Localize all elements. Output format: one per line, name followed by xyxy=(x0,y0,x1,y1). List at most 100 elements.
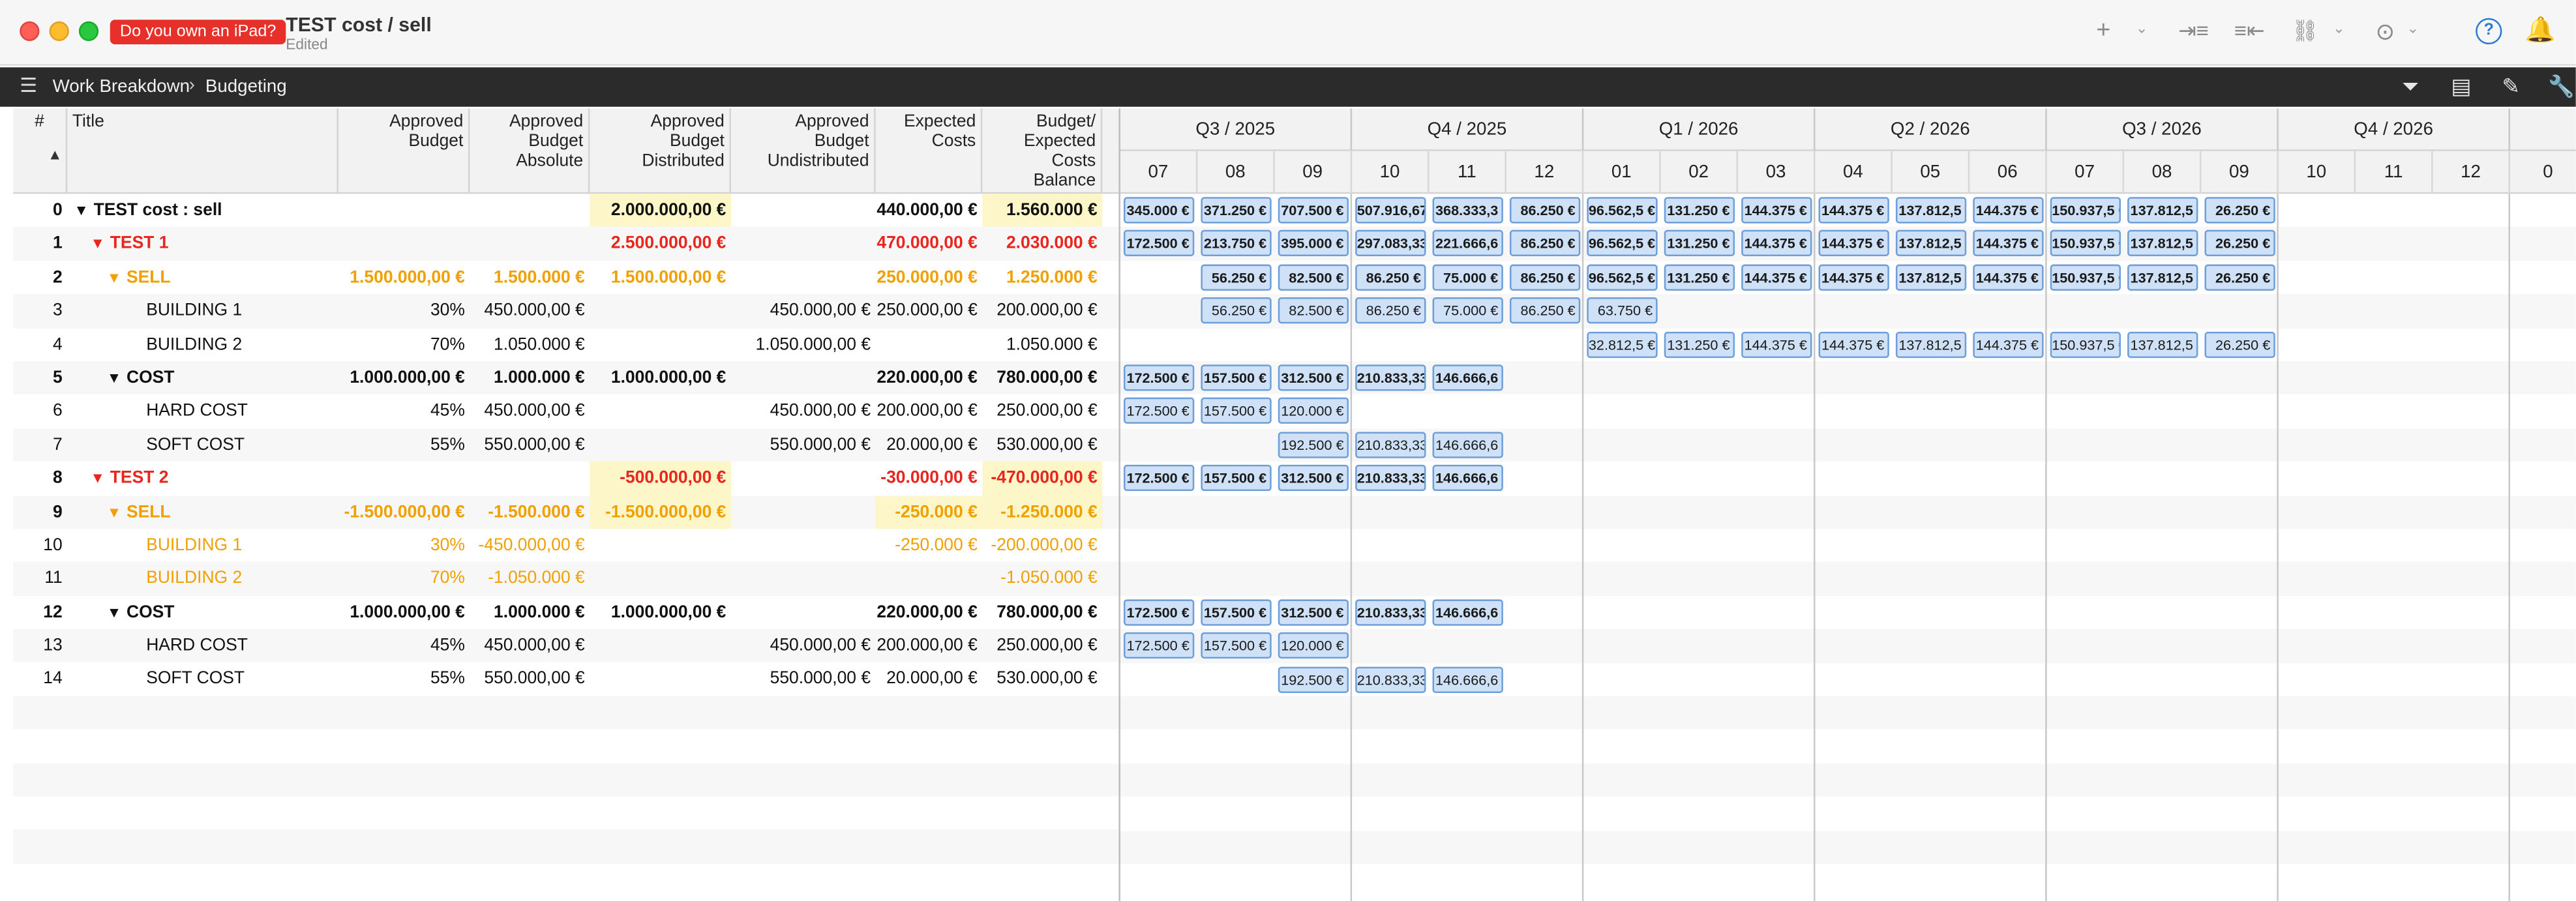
budget-bar[interactable]: 144.375 € xyxy=(1973,230,2044,257)
budget-bar[interactable]: 144.375 € xyxy=(1818,264,1889,291)
budget-bar[interactable]: 75.000 € xyxy=(1432,297,1503,324)
budget-bar[interactable]: 144.375 € xyxy=(1818,230,1889,257)
disclosure-triangle-icon[interactable]: ▼ xyxy=(74,194,93,227)
approved-distributed-cell[interactable] xyxy=(590,629,731,662)
budget-bar[interactable]: 120.000 € xyxy=(1278,632,1349,659)
budget-bar[interactable]: 137.812,5 xyxy=(2127,230,2198,257)
approved-absolute-cell[interactable] xyxy=(470,462,590,495)
row-title[interactable]: BUILDING 2 xyxy=(146,562,338,595)
budget-bar[interactable]: 297.083,33 xyxy=(1355,230,1426,257)
balance-cell[interactable]: 530.000,00 € xyxy=(982,662,1102,696)
approved-undistributed-cell[interactable] xyxy=(731,529,876,562)
balance-cell[interactable]: 250.000,00 € xyxy=(982,394,1102,428)
disclosure-triangle-icon[interactable]: ▼ xyxy=(107,361,127,394)
row-title[interactable]: ▼ TEST 1 xyxy=(91,228,338,261)
budget-bar[interactable]: 144.375 € xyxy=(1973,197,2044,224)
expected-costs-cell[interactable]: 200.000,00 € xyxy=(876,394,983,428)
table-row[interactable]: 13 HARD COST 45% 450.000,00 €450.000,00 €20… xyxy=(13,628,1119,663)
row-title[interactable]: HARD COST xyxy=(146,629,338,662)
approved-budget-cell[interactable]: 1.000.000,00 € xyxy=(338,361,470,394)
approved-budget-cell[interactable]: 45% xyxy=(338,629,470,662)
row-title[interactable]: ▼ TEST 2 xyxy=(91,462,338,495)
disclosure-triangle-icon[interactable]: ▼ xyxy=(91,462,110,495)
approved-undistributed-cell[interactable]: 1.050.000,00 € xyxy=(731,328,876,361)
budget-bar[interactable]: 137.812,5 xyxy=(2127,331,2198,358)
approved-distributed-cell[interactable] xyxy=(590,562,731,595)
help-icon[interactable]: ? xyxy=(2476,18,2502,45)
budget-bar[interactable]: 137.812,5 xyxy=(1895,197,1967,224)
budget-bar[interactable]: 210.833,33 xyxy=(1355,666,1426,692)
approved-budget-cell[interactable]: 70% xyxy=(338,328,470,361)
budget-bar[interactable]: 144.375 € xyxy=(1818,197,1889,224)
approved-absolute-cell[interactable] xyxy=(470,228,590,261)
budget-bar[interactable]: 75.000 € xyxy=(1432,264,1503,291)
table-row[interactable] xyxy=(13,830,1119,864)
budget-bar[interactable]: 86.250 € xyxy=(1355,264,1426,291)
outdent-icon[interactable]: ≡⇤ xyxy=(2234,16,2265,46)
approved-distributed-cell[interactable]: 2.500.000,00 € xyxy=(590,228,731,261)
approved-distributed-cell[interactable]: 1.000.000,00 € xyxy=(590,596,731,629)
budget-bar[interactable]: 157.500 € xyxy=(1201,632,1272,659)
budget-bar[interactable]: 210.833,33 xyxy=(1355,364,1426,391)
balance-cell[interactable]: -1.050.000 € xyxy=(982,562,1102,595)
table-row[interactable]: 14 SOFT COST 55% 550.000,00 €550.000,00 €20… xyxy=(13,662,1118,696)
budget-bar[interactable]: 82.500 € xyxy=(1278,297,1349,324)
budget-bar[interactable]: 137.812,5 xyxy=(1895,264,1967,291)
approved-budget-cell[interactable] xyxy=(338,462,470,495)
table-row[interactable]: 8 ▼ TEST 2 -500.000,00 € -30.000,00 € -470.00… xyxy=(13,462,1118,495)
row-title[interactable]: SOFT COST xyxy=(146,662,338,696)
budget-bar[interactable]: 144.375 € xyxy=(1973,264,2044,291)
row-title[interactable]: ▼ COST xyxy=(107,596,338,629)
minimize-window-button[interactable] xyxy=(49,21,69,41)
approved-distributed-cell[interactable] xyxy=(590,529,731,562)
brush-icon[interactable]: ✎ xyxy=(2502,74,2519,100)
approved-budget-cell[interactable]: 1.500.000,00 € xyxy=(338,261,470,294)
ipad-banner-button[interactable]: Do you own an iPad? xyxy=(110,20,286,45)
table-row[interactable]: 7 SOFT COST 55% 550.000,00 €550.000,00 €20.… xyxy=(13,428,1119,462)
budget-bar[interactable]: 86.250 € xyxy=(1509,264,1581,291)
approved-budget-cell[interactable]: 30% xyxy=(338,529,470,562)
approved-budget-cell[interactable]: 55% xyxy=(338,662,470,696)
row-title[interactable]: ▼ COST xyxy=(107,361,338,394)
expected-costs-cell[interactable]: 220.000,00 € xyxy=(876,596,983,629)
budget-bar[interactable]: 86.250 € xyxy=(1355,297,1426,324)
budget-bar[interactable]: 96.562,5 € xyxy=(1587,264,1658,291)
filter-icon[interactable]: ⏷ xyxy=(2402,74,2419,100)
budget-bar[interactable]: 96.562,5 € xyxy=(1587,197,1658,224)
approved-undistributed-cell[interactable]: 450.000,00 € xyxy=(731,394,876,428)
approved-absolute-cell[interactable]: -1.050.000 € xyxy=(470,562,590,595)
table-row[interactable]: 6 HARD COST 45% 450.000,00 €450.000,00 €200… xyxy=(13,394,1118,428)
table-row[interactable]: 10 BUILDING 1 30% -450.000,00 € -250.000 € -2… xyxy=(13,529,1118,562)
budget-bar[interactable]: 26.250 € xyxy=(2204,230,2275,257)
budget-bar[interactable]: 312.500 € xyxy=(1278,598,1349,626)
approved-undistributed-cell[interactable] xyxy=(731,596,876,629)
approved-undistributed-cell[interactable] xyxy=(731,228,876,261)
budget-bar[interactable]: 131.250 € xyxy=(1664,197,1735,224)
budget-bar[interactable]: 312.500 € xyxy=(1278,364,1349,391)
table-row[interactable]: 2 ▼ SELL 1.500.000,00 €1.500.000 €1.500.000… xyxy=(13,261,1118,294)
budget-bar[interactable]: 368.333,3 xyxy=(1432,197,1503,224)
budget-bar[interactable]: 172.500 € xyxy=(1123,398,1195,424)
budget-bar[interactable]: 192.500 € xyxy=(1278,431,1349,458)
budget-bar[interactable]: 157.500 € xyxy=(1201,398,1272,424)
budget-bar[interactable]: 210.833,33 xyxy=(1355,431,1426,458)
budget-bar[interactable]: 82.500 € xyxy=(1278,264,1349,291)
approved-distributed-cell[interactable] xyxy=(590,428,731,462)
approved-budget-cell[interactable]: 55% xyxy=(338,428,470,462)
budget-bar[interactable]: 120.000 € xyxy=(1278,398,1349,424)
budget-bar[interactable]: 345.000 € xyxy=(1123,197,1195,224)
budget-bar[interactable]: 150.937,5 € xyxy=(2050,264,2121,291)
approved-absolute-cell[interactable]: 1.000.000 € xyxy=(470,361,590,394)
expected-costs-cell[interactable]: -250.000 € xyxy=(875,495,983,529)
balance-cell[interactable]: -470.000,00 € xyxy=(982,462,1103,495)
balance-cell[interactable]: -200.000,00 € xyxy=(982,529,1102,562)
budget-bar[interactable]: 131.250 € xyxy=(1664,230,1735,257)
breadcrumb-budgeting[interactable]: Budgeting xyxy=(205,77,287,96)
chevron-down-icon[interactable]: ⌄ xyxy=(2333,20,2345,38)
column-header-balance[interactable]: Budget/ Expected Costs Balance xyxy=(982,108,1103,194)
budget-bar[interactable]: 172.500 € xyxy=(1123,598,1195,626)
table-row[interactable]: 11 BUILDING 2 70% -1.050.000 € -1.050.000 € xyxy=(13,562,1119,596)
approved-absolute-cell[interactable]: 1.050.000 € xyxy=(470,328,590,361)
balance-cell[interactable]: 780.000,00 € xyxy=(982,596,1102,629)
budget-bar[interactable]: 395.000 € xyxy=(1278,230,1349,257)
